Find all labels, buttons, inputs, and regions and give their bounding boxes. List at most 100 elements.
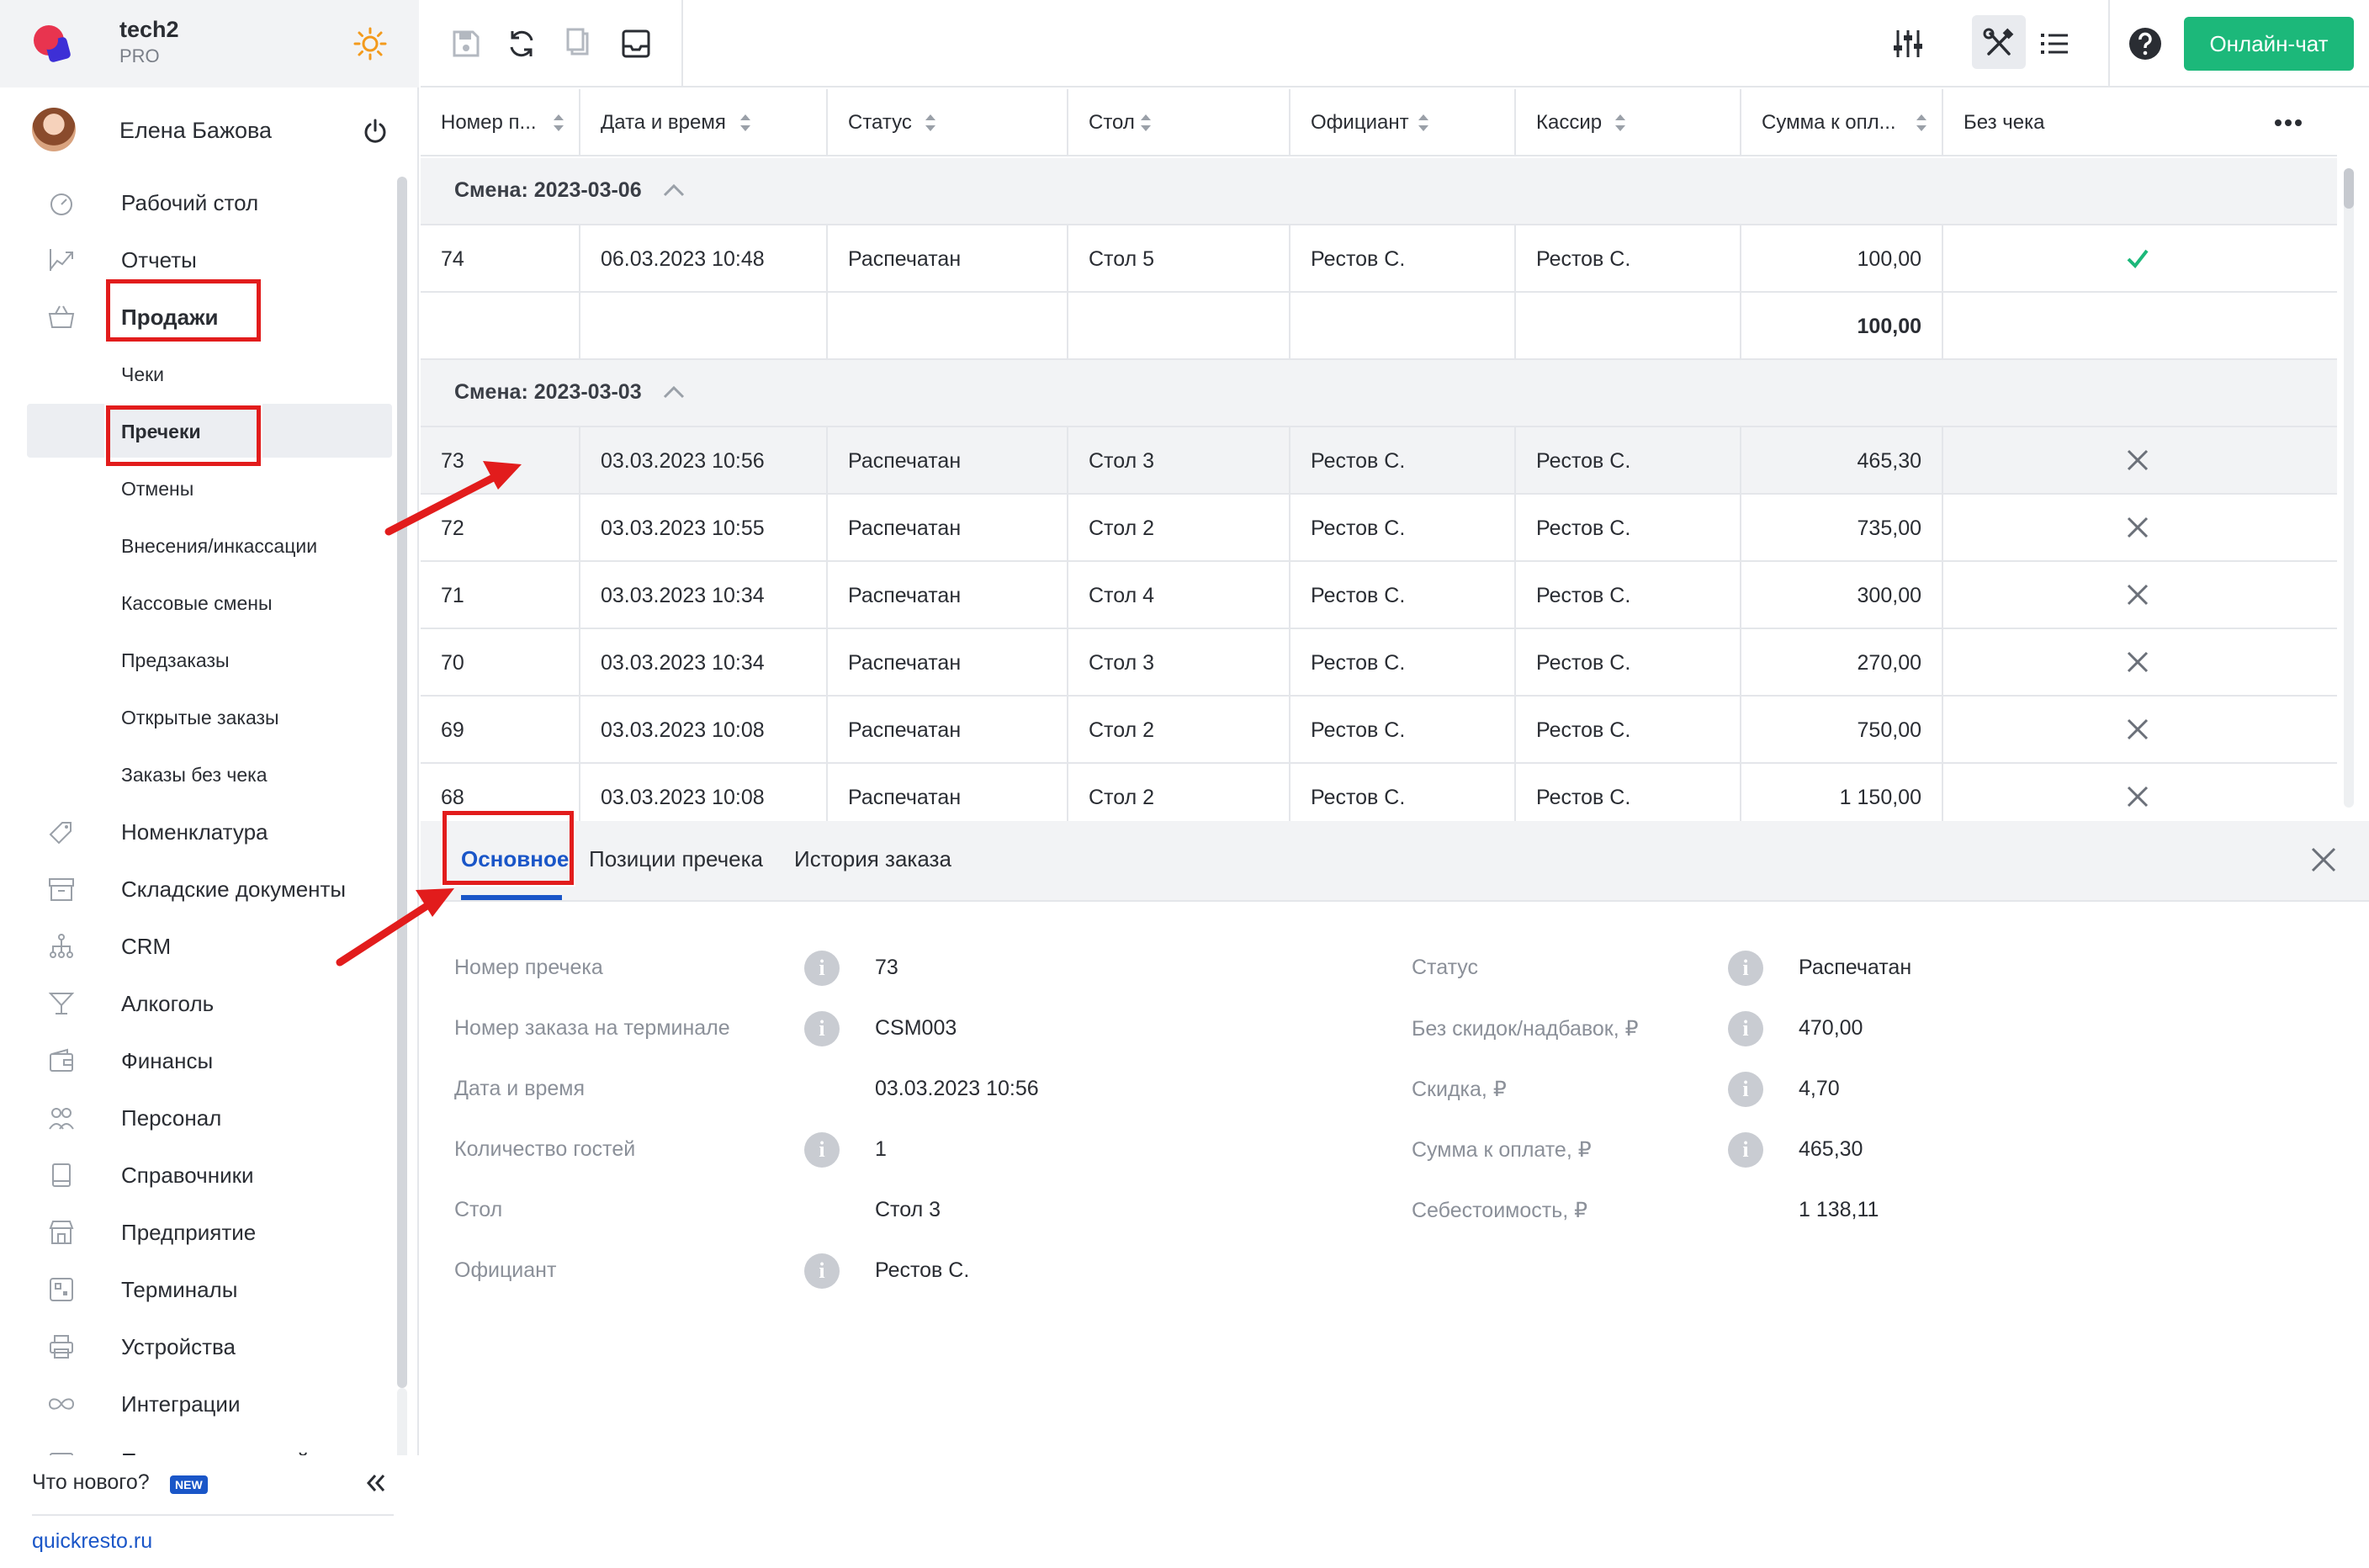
tab-order-history[interactable]: История заказа [794, 846, 951, 872]
table-scroll-track[interactable] [2344, 168, 2354, 808]
info-icon[interactable]: i [1728, 1072, 1763, 1107]
chevron-up-icon[interactable] [661, 180, 686, 202]
avatar[interactable] [32, 108, 76, 151]
sidebar-item-terminals[interactable]: Терминалы [0, 1262, 395, 1316]
table-row[interactable]: 71 03.03.2023 10:34 Распечатан Стол 4 Ре… [421, 562, 2337, 629]
sidebar-item-reports[interactable]: Отчеты [0, 232, 395, 286]
tab-precheck-items[interactable]: Позиции пречека [589, 846, 763, 872]
group-header[interactable]: Смена: 2023-03-06 [421, 158, 2337, 225]
sort-icon[interactable] [739, 113, 752, 133]
column-header-datetime[interactable]: Дата и время [580, 89, 828, 156]
column-header-number[interactable]: Номер п... [421, 89, 580, 156]
table-row[interactable]: 68 03.03.2023 10:08 Распечатан Стол 2 Ре… [421, 764, 2337, 821]
close-icon[interactable] [2308, 845, 2339, 875]
table-row-selected[interactable]: 73 03.03.2023 10:56 Распечатан Стол 3 Ре… [421, 427, 2337, 495]
refresh-icon[interactable] [501, 24, 542, 64]
save-icon[interactable] [446, 24, 486, 64]
sidebar-scrollbar[interactable] [397, 177, 407, 1388]
cell-cashier: Рестов С. [1516, 562, 1741, 629]
sort-icon[interactable] [1417, 113, 1430, 133]
sidebar-item-label: Персонал [121, 1105, 222, 1131]
column-header-status[interactable]: Статус [828, 89, 1068, 156]
sidebar-item-crm[interactable]: CRM [0, 919, 395, 972]
help-icon[interactable] [2125, 24, 2165, 64]
inbox-icon[interactable] [616, 24, 656, 64]
sidebar-item-integrations[interactable]: Интеграции [0, 1376, 395, 1430]
cell-table: Стол 5 [1068, 225, 1290, 293]
info-icon[interactable]: i [804, 1132, 840, 1168]
new-badge: NEW [170, 1475, 208, 1494]
sidebar-item-sales[interactable]: Продажи [0, 289, 395, 343]
sidebar-footer: Что нового? NEW quickresto.ru [0, 1455, 419, 1568]
user-profile[interactable]: Елена Бажова [0, 101, 419, 160]
column-header-waiter[interactable]: Официант [1290, 89, 1516, 156]
sort-icon[interactable] [1614, 113, 1627, 133]
table-scrollbar[interactable] [2344, 168, 2354, 209]
column-label: Дата и время [601, 111, 726, 134]
sidebar-item-prechecks[interactable]: Пречеки [27, 404, 392, 458]
site-link[interactable]: quickresto.ru [32, 1529, 152, 1554]
sidebar-item-orders-without-check[interactable]: Заказы без чека [0, 747, 395, 801]
sort-icon[interactable] [1139, 113, 1153, 133]
sidebar-item-finance[interactable]: Финансы [0, 1033, 395, 1087]
sun-icon[interactable] [353, 27, 387, 61]
field-value: Рестов С. [875, 1258, 970, 1282]
sidebar-item-enterprise[interactable]: Предприятие [0, 1205, 395, 1258]
info-icon[interactable]: i [804, 951, 840, 986]
list-icon[interactable] [2034, 24, 2075, 64]
sidebar-item-alcohol[interactable]: Алкоголь [0, 976, 395, 1030]
filter-sliders-icon[interactable] [1888, 24, 1928, 64]
table-row[interactable]: 69 03.03.2023 10:08 Распечатан Стол 2 Ре… [421, 697, 2337, 764]
info-icon[interactable]: i [1728, 1011, 1763, 1046]
whats-new-link[interactable]: Что нового? [32, 1470, 150, 1495]
table-row[interactable]: 74 06.03.2023 10:48 Распечатан Стол 5 Ре… [421, 225, 2337, 293]
cell-text: 1 150,00 [1839, 786, 1921, 809]
sidebar-item-preorders[interactable]: Предзаказы [0, 633, 395, 686]
sidebar-item-dashboard[interactable]: Рабочий стол [0, 175, 395, 229]
info-icon[interactable]: i [804, 1253, 840, 1289]
total-sum: 100,00 [1857, 315, 1921, 338]
sidebar-item-staff[interactable]: Персонал [0, 1090, 395, 1144]
column-header-cashier[interactable]: Кассир [1516, 89, 1741, 156]
info-icon[interactable]: i [804, 1011, 840, 1046]
chevron-up-icon[interactable] [661, 382, 686, 404]
power-icon[interactable] [362, 118, 389, 145]
sidebar-item-open-orders[interactable]: Открытые заказы [0, 690, 395, 744]
sidebar-item-nomenclature[interactable]: Номенклатура [0, 804, 395, 858]
copy-icon[interactable] [559, 24, 599, 64]
field-value: 465,30 [1799, 1137, 1863, 1161]
sidebar-item-cash-shifts[interactable]: Кассовые смены [0, 575, 395, 629]
sidebar-scroll-track[interactable] [397, 1388, 407, 1464]
cell-no-check [1943, 495, 2337, 562]
column-header-sum[interactable]: Сумма к опл... [1741, 89, 1943, 156]
sort-icon[interactable] [924, 113, 937, 133]
cell-text: 73 [441, 449, 464, 473]
online-chat-button[interactable]: Онлайн-чат [2184, 17, 2354, 71]
sidebar-item-references[interactable]: Справочники [0, 1147, 395, 1201]
cell-text: 735,00 [1857, 516, 1921, 540]
sidebar-item-checks[interactable]: Чеки [0, 347, 395, 400]
cell-no-check [1943, 764, 2337, 821]
cell-waiter: Рестов С. [1290, 495, 1516, 562]
table-row[interactable]: 72 03.03.2023 10:55 Распечатан Стол 2 Ре… [421, 495, 2337, 562]
cell-text: Рестов С. [1311, 516, 1406, 540]
sidebar: tech2 PRO Елена Бажова Рабочий стол Отче… [0, 0, 419, 1568]
sort-icon[interactable] [552, 113, 565, 133]
table-row[interactable]: 70 03.03.2023 10:34 Распечатан Стол 3 Ре… [421, 629, 2337, 697]
group-header[interactable]: Смена: 2023-03-03 [421, 360, 2337, 427]
more-options-icon[interactable] [2271, 113, 2305, 133]
column-header-table[interactable]: Стол [1068, 89, 1290, 156]
collapse-sidebar-icon[interactable] [363, 1470, 389, 1496]
cross-icon [2127, 584, 2149, 606]
sidebar-item-warehouse[interactable]: Складские документы [0, 861, 395, 915]
sort-icon[interactable] [1915, 113, 1928, 133]
cell-text: Распечатан [848, 516, 962, 540]
sidebar-item-cancellations[interactable]: Отмены [0, 461, 395, 515]
cell-status: Распечатан [828, 225, 1068, 293]
info-icon[interactable]: i [1728, 951, 1763, 986]
info-icon[interactable]: i [1728, 1132, 1763, 1168]
tools-icon[interactable] [1979, 24, 2019, 64]
sidebar-item-cash-movements[interactable]: Внесения/инкассации [0, 518, 395, 572]
sidebar-item-devices[interactable]: Устройства [0, 1319, 395, 1373]
tab-main[interactable]: Основное [461, 846, 569, 872]
